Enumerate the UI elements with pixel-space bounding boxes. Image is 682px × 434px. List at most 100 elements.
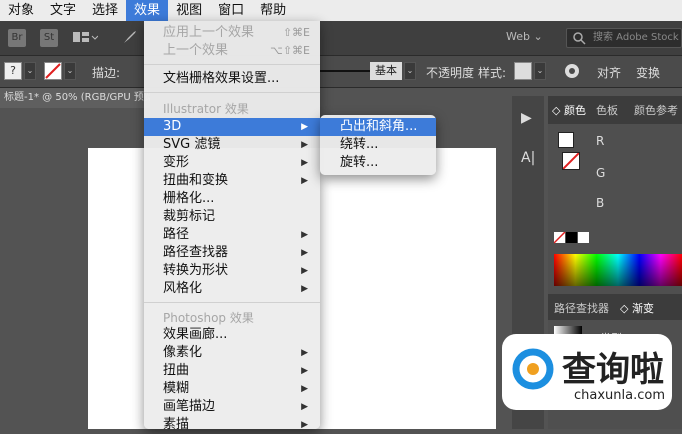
effect-item-label: 路径查找器 — [163, 245, 229, 260]
search-icon — [572, 30, 588, 53]
tab-color[interactable]: ◇ 颜色 — [552, 100, 586, 122]
control-bar: ? ⌄ ⌄ 描边: 基本 ⌄ 不透明度 样式: ⌄ 对齐 变换 — [0, 56, 682, 88]
effect-item-path[interactable]: 路径 ▶ — [144, 226, 320, 244]
tab-pathfinder[interactable]: 路径查找器 — [554, 298, 609, 320]
recolor-artwork-icon[interactable] — [563, 62, 581, 83]
ps-item-label: 扭曲 — [163, 363, 190, 378]
spectrum-shade — [554, 254, 682, 286]
menu-separator — [144, 64, 320, 65]
watermark-logo-icon — [510, 346, 556, 395]
tab-color-guide[interactable]: 颜色参考 — [634, 100, 678, 122]
effect-item-crop-marks[interactable]: 裁剪标记 — [144, 208, 320, 226]
effect-item-svg-filters[interactable]: SVG 滤镜 ▶ — [144, 136, 320, 154]
effect-item-stylize[interactable]: 风格化 ▶ — [144, 280, 320, 298]
effect-item-label: 变形 — [163, 155, 190, 170]
menu-view[interactable]: 视图 — [168, 0, 210, 21]
ps-item-label: 像素化 — [163, 345, 203, 360]
effect-item-label: 裁剪标记 — [163, 209, 216, 224]
submenu-arrow-icon: ▶ — [301, 366, 308, 376]
submenu-arrow-icon: ▶ — [301, 384, 308, 394]
submenu-item-rotate[interactable]: 旋转... — [320, 154, 436, 172]
brush-definition-select[interactable]: 基本 — [370, 62, 402, 80]
effect-item-3d[interactable]: 3D ▶ — [144, 118, 320, 136]
b-label: B — [596, 196, 605, 210]
transform-button[interactable]: 变换 — [636, 64, 660, 81]
effect-item-distort-transform[interactable]: 扭曲和变换 ▶ — [144, 172, 320, 190]
document-tab[interactable]: 标题-1* @ 50% (RGB/GPU 预览) — [0, 88, 150, 108]
character-panel-icon[interactable]: A| — [521, 150, 535, 166]
selection-indicator[interactable]: ? — [4, 62, 22, 80]
document-raster-settings-label: 文档栅格效果设置... — [163, 71, 280, 86]
submenu-item-revolve[interactable]: 绕转... — [320, 136, 436, 154]
last-effect-item[interactable]: 上一个效果 ⌥⇧⌘E — [144, 42, 320, 60]
ps-item-label: 效果画廊... — [163, 327, 228, 342]
apply-last-effect-item[interactable]: 应用上一个效果 ⇧⌘E — [144, 24, 320, 42]
adobe-stock-search[interactable]: 搜索 Adobe Stock — [566, 28, 682, 48]
fill-swatch[interactable] — [558, 132, 574, 148]
ps-item-effect-gallery[interactable]: 效果画廊... — [144, 326, 320, 344]
arrange-documents-icon[interactable] — [72, 30, 99, 48]
submenu-arrow-icon: ▶ — [301, 284, 308, 294]
effect-item-label: 风格化 — [163, 281, 203, 296]
none-white-black-swatches[interactable] — [553, 231, 590, 244]
align-button[interactable]: 对齐 — [597, 64, 621, 81]
document-raster-settings-item[interactable]: 文档栅格效果设置... — [144, 70, 320, 88]
menu-effect[interactable]: 效果 — [126, 0, 169, 21]
3d-submenu: 凸出和斜角... 绕转... 旋转... — [320, 115, 436, 175]
bridge-icon[interactable]: Br — [8, 29, 26, 47]
ps-item-sketch[interactable]: 素描 ▶ — [144, 416, 320, 434]
submenu-arrow-icon: ▶ — [301, 402, 308, 412]
menu-separator — [144, 302, 320, 303]
color-spectrum[interactable] — [554, 254, 682, 286]
chevron-down-icon[interactable]: ⌄ — [64, 62, 76, 80]
effect-item-pathfinder[interactable]: 路径查找器 ▶ — [144, 244, 320, 262]
effect-item-label: 扭曲和变换 — [163, 173, 229, 188]
menu-window[interactable]: 窗口 — [210, 0, 252, 21]
illustrator-effects-header: Illustrator 效果 — [163, 102, 249, 116]
ps-item-brush-strokes[interactable]: 画笔描边 ▶ — [144, 398, 320, 416]
tab-gradient-label: 渐变 — [631, 302, 654, 315]
effect-item-convert-to-shape[interactable]: 转换为形状 ▶ — [144, 262, 320, 280]
effect-item-rasterize[interactable]: 栅格化... — [144, 190, 320, 208]
graphic-style-swatch[interactable] — [514, 62, 532, 80]
chevron-down-icon[interactable]: ⌄ — [24, 62, 36, 80]
apply-last-effect-label: 应用上一个效果 — [163, 25, 255, 40]
menu-type[interactable]: 文字 — [42, 0, 84, 21]
ps-item-label: 素描 — [163, 417, 190, 432]
effect-item-warp[interactable]: 变形 ▶ — [144, 154, 320, 172]
workspace-switcher[interactable]: Web ⌄ — [506, 30, 543, 48]
submenu-arrow-icon: ▶ — [301, 176, 308, 186]
submenu-arrow-icon: ▶ — [301, 420, 308, 430]
menu-separator — [144, 92, 320, 93]
stroke-swatch[interactable] — [562, 152, 580, 170]
gpu-rocket-icon[interactable] — [122, 29, 138, 47]
apply-last-effect-shortcut: ⇧⌘E — [282, 26, 310, 39]
photoshop-effects-header: Photoshop 效果 — [163, 311, 254, 325]
watermark: 查询啦 chaxunla.com — [502, 334, 672, 410]
menu-select[interactable]: 选择 — [84, 0, 126, 21]
menu-object[interactable]: 对象 — [0, 0, 42, 21]
chevron-down-icon[interactable]: ⌄ — [534, 62, 546, 80]
effect-item-label: 转换为形状 — [163, 263, 229, 278]
stroke-profile-line[interactable] — [320, 70, 370, 72]
ps-item-distort[interactable]: 扭曲 ▶ — [144, 362, 320, 380]
effect-item-label: 路径 — [163, 227, 190, 242]
submenu-item-label: 凸出和斜角... — [340, 119, 418, 134]
watermark-domain: chaxunla.com — [574, 388, 665, 403]
ps-item-blur[interactable]: 模糊 ▶ — [144, 380, 320, 398]
opacity-label[interactable]: 不透明度 — [426, 64, 474, 81]
tab-color-label: 颜色 — [563, 104, 586, 117]
submenu-arrow-icon: ▶ — [301, 140, 308, 150]
application-bar: Br St Web ⌄ 搜索 Adobe Stock — [0, 21, 682, 56]
effect-item-label: 栅格化... — [163, 191, 215, 206]
stock-icon[interactable]: St — [40, 29, 58, 47]
chevron-down-icon[interactable]: ⌄ — [404, 62, 416, 80]
submenu-item-extrude-bevel[interactable]: 凸出和斜角... — [320, 118, 436, 136]
stroke-color-swatch[interactable] — [44, 62, 62, 80]
tab-gradient[interactable]: ◇ 渐变 — [620, 298, 654, 320]
tab-swatches[interactable]: 色板 — [596, 100, 618, 122]
play-icon[interactable]: ▶ — [521, 110, 532, 126]
ps-item-pixelate[interactable]: 像素化 ▶ — [144, 344, 320, 362]
menu-help[interactable]: 帮助 — [252, 0, 294, 21]
submenu-arrow-icon: ▶ — [301, 348, 308, 358]
